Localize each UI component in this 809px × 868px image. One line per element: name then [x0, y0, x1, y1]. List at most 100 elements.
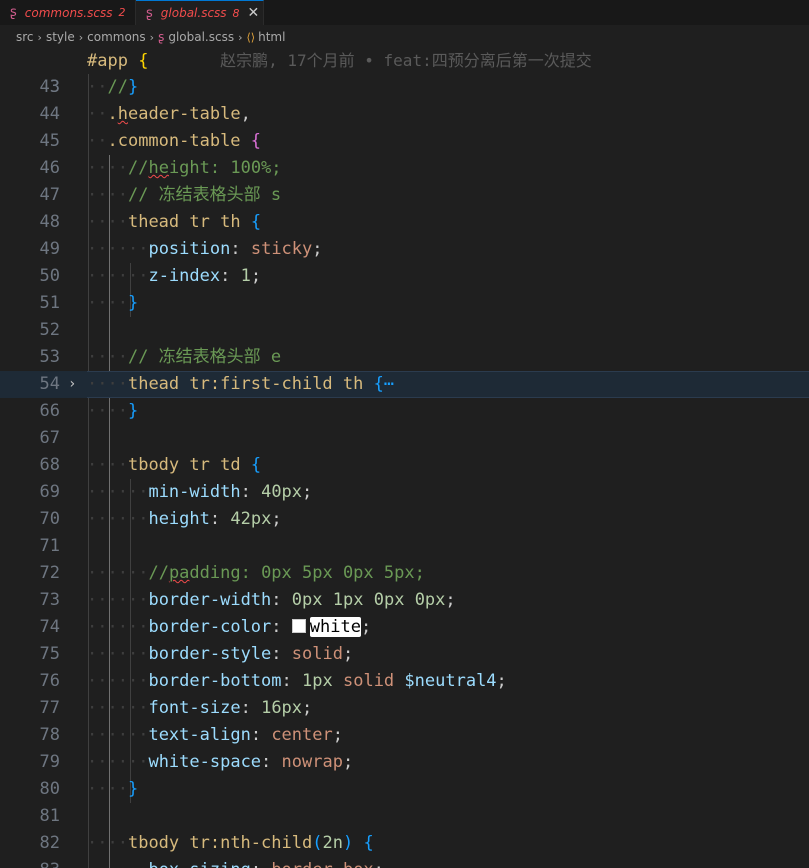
- code-line[interactable]: 68 ····tbody tr td {: [0, 452, 809, 479]
- tab-label: global.scss: [160, 6, 227, 20]
- code-line[interactable]: 69 ······min-width: 40px;: [0, 479, 809, 506]
- line-number: 69: [39, 482, 60, 502]
- code-text: ······//padding: 0px 5px 0px 5px;: [87, 563, 425, 583]
- code-line[interactable]: 75 ······border-style: solid;: [0, 641, 809, 668]
- chevron-right-icon: ›: [238, 30, 243, 44]
- line-number: 54: [39, 374, 60, 394]
- line-number: 79: [39, 752, 60, 772]
- chevron-right-icon: ›: [37, 30, 42, 44]
- line-number: 83: [0, 857, 60, 868]
- code-line[interactable]: 50 ······z-index: 1;: [0, 263, 809, 290]
- code-text: ····}: [87, 401, 139, 421]
- tab-global-scss[interactable]: ʂ global.scss 8 ✕: [136, 0, 264, 25]
- color-swatch-white[interactable]: [291, 619, 306, 633]
- code-line[interactable]: 80 ····}: [0, 776, 809, 803]
- code-text: ······position: sticky;: [87, 239, 323, 259]
- code-text: ······border-style: solid;: [87, 644, 354, 664]
- code-line[interactable]: 51 ····}: [0, 290, 809, 317]
- line-number: 48: [39, 212, 60, 232]
- line-number: 76: [39, 671, 60, 691]
- code-line[interactable]: 76 ······border-bottom: 1px solid $neutra…: [0, 668, 809, 695]
- code-text: #app { 赵宗鹏, 17个月前 • feat:四预分离后第一次提交: [87, 51, 592, 71]
- chevron-right-icon: ›: [149, 30, 155, 44]
- code-text: ····}: [87, 293, 139, 313]
- code-line[interactable]: 82 ····tbody tr:nth-child(2n) {: [0, 830, 809, 857]
- breadcrumb-item-symbol[interactable]: html: [258, 30, 285, 44]
- sass-file-icon: ʂ: [158, 30, 165, 44]
- code-text: ······border-width: 0px 1px 0px 0px;: [87, 590, 456, 610]
- code-line[interactable]: 67: [0, 425, 809, 452]
- code-line[interactable]: 52: [0, 317, 809, 344]
- code-text: ······z-index: 1;: [87, 266, 262, 286]
- line-number: 77: [39, 698, 60, 718]
- breadcrumb-item-file[interactable]: global.scss: [168, 30, 234, 44]
- line-number: 50: [39, 266, 60, 286]
- breadcrumb: src › style › commons › ʂ global.scss › …: [0, 25, 809, 49]
- code-line[interactable]: 70 ······height: 42px;: [0, 506, 809, 533]
- code-line[interactable]: 78 ······text-align: center;: [0, 722, 809, 749]
- code-text: ····//height: 100%;: [87, 158, 282, 178]
- code-text: ····// 冻结表格头部 s: [87, 185, 282, 205]
- problem-count-badge: 8: [232, 6, 240, 20]
- code-line[interactable]: 79 ······white-space: nowrap;: [0, 749, 809, 776]
- code-line[interactable]: 44 ··.header-table,: [0, 101, 809, 128]
- code-text: ··.common-table {: [87, 131, 262, 151]
- code-line[interactable]: 81: [0, 803, 809, 830]
- code-text: ··.header-table,: [87, 104, 251, 124]
- line-number: 43: [39, 77, 60, 97]
- code-text: ······min-width: 40px;: [87, 482, 313, 502]
- line-number: 74: [39, 617, 60, 637]
- code-text: ····thead tr th {: [87, 212, 262, 232]
- code-line[interactable]: 72 ······//padding: 0px 5px 0px 5px;: [0, 560, 809, 587]
- fold-chevron-icon[interactable]: ›: [68, 371, 76, 398]
- code-line[interactable]: 46 ····//height: 100%;: [0, 155, 809, 182]
- code-text: ····thead tr:first-child th {⋯: [87, 371, 809, 398]
- code-text: ··//}: [87, 77, 139, 97]
- code-line[interactable]: 48 ····thead tr th {: [0, 209, 809, 236]
- line-number: 81: [39, 806, 60, 826]
- line-number: 75: [39, 644, 60, 664]
- code-line[interactable]: 71: [0, 533, 809, 560]
- symbol-tag-icon: ⟨⟩: [246, 30, 256, 44]
- code-text: ····// 冻结表格头部 e: [87, 347, 282, 367]
- code-line[interactable]: 77 ······font-size: 16px;: [0, 695, 809, 722]
- tab-commons-scss[interactable]: ʂ commons.scss 2: [0, 0, 136, 25]
- sass-file-icon: ʂ: [146, 5, 153, 21]
- code-text: ······box-sizing: border-box;: [87, 857, 809, 868]
- code-line[interactable]: 45 ··.common-table {: [0, 128, 809, 155]
- line-number: 71: [39, 536, 60, 556]
- code-line[interactable]: 43 ··//}: [0, 74, 809, 101]
- line-number: 78: [39, 725, 60, 745]
- code-line[interactable]: 66 ····}: [0, 398, 809, 425]
- code-text: ······height: 42px;: [87, 509, 282, 529]
- line-number: 53: [39, 347, 60, 367]
- breadcrumb-item-style[interactable]: style: [46, 30, 75, 44]
- code-editor[interactable]: 3 #app { 赵宗鹏, 17个月前 • feat:四预分离后第一次提交 43…: [0, 47, 809, 868]
- code-text: ······text-align: center;: [87, 725, 343, 745]
- problem-count-badge: 2: [118, 6, 126, 19]
- code-line[interactable]: 54 › ····thead tr:first-child th {⋯: [0, 371, 809, 398]
- line-number: 67: [39, 428, 60, 448]
- code-text: ····tbody tr:nth-child(2n) {: [87, 833, 374, 853]
- code-line[interactable]: 47 ····// 冻结表格头部 s: [0, 182, 809, 209]
- git-blame-annotation: 赵宗鹏, 17个月前 • feat:四预分离后第一次提交: [220, 51, 592, 70]
- close-icon[interactable]: ✕: [248, 5, 260, 21]
- tab-label: commons.scss: [24, 5, 113, 20]
- breadcrumb-item-src[interactable]: src: [16, 30, 34, 44]
- line-number: 68: [39, 455, 60, 475]
- code-text: ····tbody tr td {: [87, 455, 262, 475]
- code-text: ······font-size: 16px;: [87, 698, 313, 718]
- sass-file-icon: ʂ: [10, 5, 17, 20]
- line-number: 80: [39, 779, 60, 799]
- line-number: 51: [39, 293, 60, 313]
- breadcrumb-item-commons[interactable]: commons: [87, 30, 146, 44]
- code-line[interactable]: 73 ······border-width: 0px 1px 0px 0px;: [0, 587, 809, 614]
- code-line[interactable]: 83 ······box-sizing: border-box;: [0, 857, 809, 868]
- code-line[interactable]: 74 ······border-color: white;: [0, 614, 809, 641]
- line-number: 52: [39, 320, 60, 340]
- sticky-scroll-line[interactable]: 3 #app { 赵宗鹏, 17个月前 • feat:四预分离后第一次提交: [0, 47, 809, 97]
- editor-tab-bar: ʂ commons.scss 2 ʂ global.scss 8 ✕: [0, 0, 809, 25]
- code-line[interactable]: 49 ······position: sticky;: [0, 236, 809, 263]
- line-number: 82: [39, 833, 60, 853]
- code-line[interactable]: 53 ····// 冻结表格头部 e: [0, 344, 809, 371]
